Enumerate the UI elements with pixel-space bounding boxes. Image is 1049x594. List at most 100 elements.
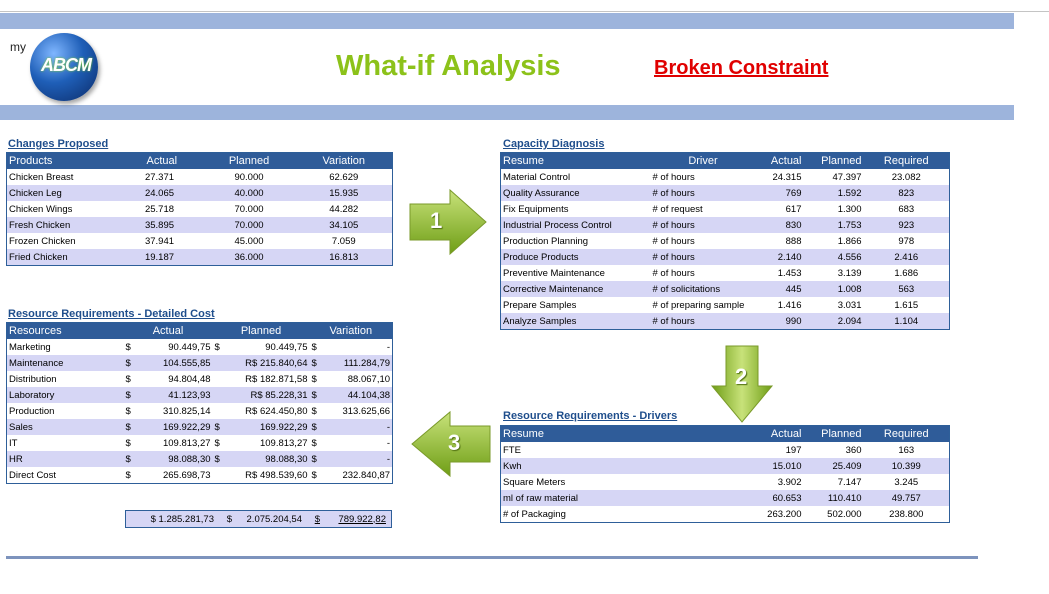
- changes-table: Products Actual Planned Variation Chicke…: [6, 152, 393, 266]
- table-cell: 4.556: [803, 249, 864, 265]
- table-cell: $: [309, 387, 322, 403]
- table-row: Fix Equipments # of request 617 1.300 683: [501, 201, 950, 217]
- drivers-section-title: Resource Requirements - Drivers: [503, 410, 678, 422]
- table-cell: 90.449,75: [168, 341, 211, 353]
- broken-constraint-link[interactable]: Broken Constraint: [654, 57, 828, 80]
- table-row: Preventive Maintenance # of hours 1.453 3.1…: [501, 265, 950, 281]
- table-cell: -: [321, 451, 393, 467]
- table-cell: 265.698,73: [162, 469, 211, 481]
- table-cell: 15.935: [295, 185, 393, 201]
- table-cell: [213, 403, 225, 419]
- table-cell: Direct Cost: [9, 469, 56, 481]
- table-header-row: Resume Actual Planned Required: [500, 425, 950, 442]
- table-cell: Corrective Maintenance: [500, 281, 651, 297]
- table-row: Direct Cost $265.698,73 R$ 498.539,60 $232.…: [7, 467, 393, 484]
- table-cell: 111.284,79: [321, 355, 393, 371]
- table-cell: # of hours: [652, 267, 695, 279]
- table-cell: 36.000: [202, 249, 296, 266]
- table-cell: 23.082: [891, 171, 921, 183]
- table-cell: Frozen Chicken: [9, 235, 76, 247]
- column-header: Planned: [803, 425, 864, 442]
- table-row: Produce Products # of hours 2.140 4.556 2.41…: [500, 249, 950, 265]
- table-cell: $: [214, 341, 220, 353]
- step-2-label: 2: [735, 364, 748, 389]
- table-cell: 110.410: [803, 490, 864, 506]
- table-cell: R$ 182.871,58: [245, 373, 308, 385]
- table-cell: 90.449,75: [265, 341, 308, 353]
- header-band-bottom: [0, 105, 1014, 120]
- table-cell: R$ 85.228,31: [224, 387, 310, 403]
- table-cell: $: [123, 355, 136, 371]
- table-cell: $: [212, 451, 225, 467]
- table-header-row: Resources Actual Planned Variation: [6, 322, 393, 339]
- table-cell: 1.416: [777, 299, 802, 311]
- table-header-row: Products Actual Planned Variation: [6, 152, 393, 169]
- top-rule: [0, 11, 1049, 12]
- table-cell: 1.300: [837, 203, 862, 215]
- column-header: Required: [863, 425, 950, 442]
- table-cell: Laboratory: [6, 387, 124, 403]
- table-cell: 88.067,10: [347, 373, 391, 385]
- table-cell: -: [386, 437, 391, 449]
- table-cell: 49.757: [863, 490, 950, 506]
- table-row: Square Meters 3.902 7.147 3.245: [501, 474, 950, 490]
- table-cell: $: [123, 387, 136, 403]
- table-cell: R$ 624.450,80: [245, 405, 308, 417]
- step-3-arrow-left-icon: 3: [410, 410, 492, 478]
- table-cell: 35.895: [116, 217, 203, 233]
- table-cell: # of hours: [652, 171, 695, 183]
- table-cell: 823: [863, 185, 950, 201]
- table-cell: 263.200: [767, 508, 802, 520]
- table-row: HR $98.088,30 $98.088,30 $ -: [6, 451, 393, 467]
- abcm-logo: my ABCM: [8, 30, 108, 106]
- table-cell: R$ 215.840,64: [224, 355, 310, 371]
- resources-section-title: Resource Requirements - Detailed Cost: [8, 308, 215, 320]
- column-header: Planned: [803, 152, 864, 169]
- table-cell: Quality Assurance: [500, 185, 651, 201]
- table-cell: 1.453: [777, 267, 802, 279]
- table-cell: 830: [755, 217, 804, 233]
- table-cell: Marketing: [9, 341, 51, 353]
- table-cell: $: [311, 341, 317, 353]
- column-header: Planned: [212, 322, 310, 339]
- table-cell: [212, 355, 225, 371]
- logo-prefix: my: [10, 40, 26, 54]
- table-cell: $: [309, 355, 322, 371]
- table-cell: 197: [785, 444, 802, 456]
- table-cell: 1.753: [803, 217, 864, 233]
- capacity-table: Resume Driver Actual Planned Required Ma…: [500, 152, 950, 330]
- table-cell: -: [386, 341, 391, 353]
- table-cell: [213, 371, 225, 387]
- table-cell: 62.629: [329, 171, 359, 183]
- table-cell: 163: [898, 444, 915, 456]
- table-cell: 1.592: [803, 185, 864, 201]
- table-cell: # of hours: [650, 313, 756, 330]
- table-cell: 94.804,48: [168, 373, 211, 385]
- table-cell: $: [309, 451, 322, 467]
- table-cell: 47.397: [832, 171, 862, 183]
- table-row: ml of raw material 60.653 110.410 49.757: [500, 490, 950, 506]
- step-2-arrow-down-icon: 2: [710, 344, 774, 424]
- table-cell: Square Meters: [503, 476, 566, 488]
- table-cell: 617: [785, 203, 802, 215]
- page-title: What-if Analysis: [336, 50, 561, 82]
- table-cell: 19.187: [116, 249, 203, 266]
- table-cell: # of hours: [650, 217, 756, 233]
- table-row: Marketing $90.449,75 $90.449,75 $ -: [7, 339, 393, 355]
- table-cell: Kwh: [500, 458, 756, 474]
- table-header-row: Resume Driver Actual Planned Required: [500, 152, 950, 169]
- column-header: Driver: [650, 152, 756, 169]
- table-cell: 1.615: [894, 299, 919, 311]
- table-row: Chicken Breast 27.371 90.000 62.629: [7, 169, 393, 185]
- table-row: Laboratory $41.123,93 R$ 85.228,31 $44.104,…: [6, 387, 393, 403]
- table-row: Maintenance $104.555,85 R$ 215.840,64 $111.…: [6, 355, 393, 371]
- resources-total-row: $ 1.285.281,73 $ 2.075.204,54 $ 789.922,…: [125, 510, 392, 528]
- column-header: Variation: [309, 322, 393, 339]
- table-cell: 683: [898, 203, 915, 215]
- table-cell: # of preparing sample: [652, 299, 745, 311]
- table-cell: HR: [6, 451, 124, 467]
- table-cell: 40.000: [202, 185, 296, 201]
- table-cell: # of Packaging: [503, 508, 566, 520]
- table-cell: $: [309, 419, 322, 435]
- table-cell: 37.941: [144, 235, 175, 247]
